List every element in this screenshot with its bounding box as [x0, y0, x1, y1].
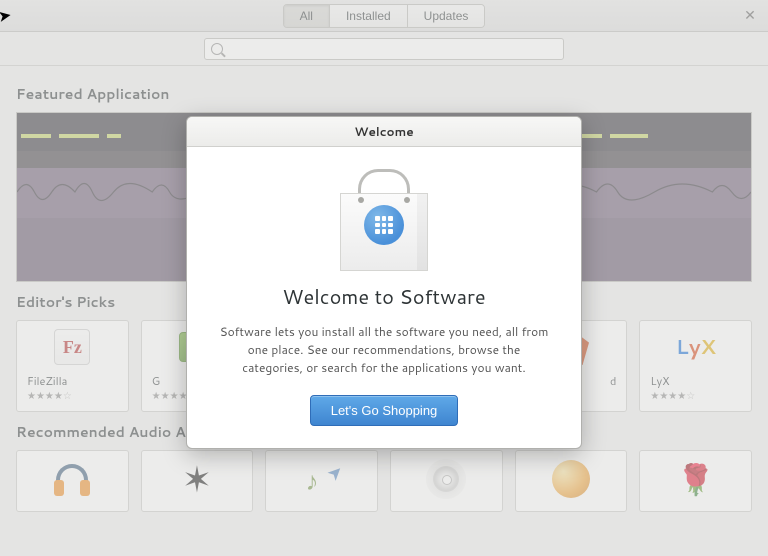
dialog-heading: Welcome to Software — [282, 283, 485, 311]
modal-overlay: Welcome Welcome to Software Software let… — [0, 0, 768, 556]
welcome-dialog: Welcome Welcome to Software Software let… — [186, 116, 582, 449]
lets-go-shopping-button[interactable]: Let's Go Shopping — [310, 395, 459, 426]
dialog-title: Welcome — [187, 117, 581, 147]
shopping-bag-icon — [334, 167, 434, 271]
dialog-body-text: Software lets you install all the softwa… — [219, 323, 549, 377]
